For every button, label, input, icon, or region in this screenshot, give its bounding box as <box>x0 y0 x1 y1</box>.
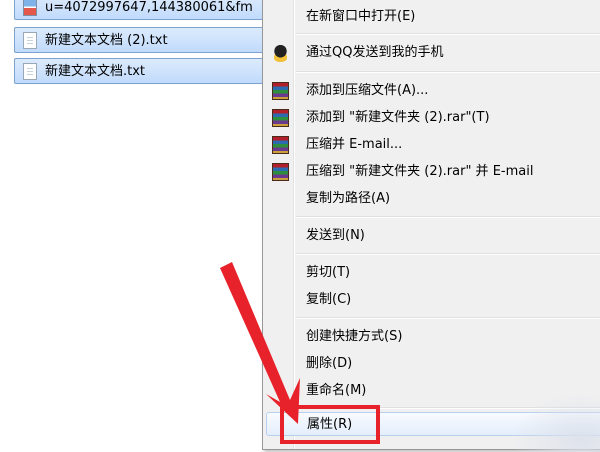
menu-item-open-new-window[interactable]: 在新窗口中打开(E) <box>266 5 600 29</box>
menu-item-label: 添加到压缩文件(A)... <box>306 83 429 98</box>
text-file-icon <box>23 32 37 49</box>
menu-separator <box>296 71 600 73</box>
image-file-icon <box>23 0 37 16</box>
file-item-text[interactable]: 新建文本文档.txt <box>14 58 266 84</box>
menu-item-label: 复制(C) <box>306 292 352 307</box>
file-item-image[interactable]: u=4072997647,144380061&fm <box>14 0 266 20</box>
menu-item-label: 添加到 "新建文件夹 (2).rar"(T) <box>306 110 490 125</box>
menu-item-label: 在新窗口中打开(E) <box>306 9 416 24</box>
menu-item-add-to-rar[interactable]: 添加到 "新建文件夹 (2).rar"(T) <box>266 106 600 130</box>
menu-item-label: 压缩并 E-mail... <box>306 137 403 152</box>
winrar-icon <box>272 109 289 127</box>
menu-item-label: 通过QQ发送到我的手机 <box>306 45 444 60</box>
menu-item-label: 压缩到 "新建文件夹 (2).rar" 并 E-mail <box>306 164 534 179</box>
menu-separator <box>296 317 600 319</box>
menu-item-label: 删除(D) <box>306 356 353 371</box>
menu-item-send-to[interactable]: 发送到(N) <box>266 224 600 248</box>
file-item-text-2[interactable]: 新建文本文档 (2).txt <box>14 27 266 53</box>
file-list: u=4072997647,144380061&fm 新建文本文档 (2).txt… <box>0 0 268 452</box>
menu-item-label: 剪切(T) <box>306 265 351 280</box>
watermark <box>510 392 600 452</box>
menu-item-add-to-archive[interactable]: 添加到压缩文件(A)... <box>266 79 600 103</box>
menu-item-label: 发送到(N) <box>306 228 365 243</box>
winrar-icon <box>272 82 289 100</box>
winrar-icon <box>272 136 289 154</box>
file-name: u=4072997647,144380061&fm <box>45 0 253 15</box>
menu-item-delete[interactable]: 删除(D) <box>266 352 600 376</box>
menu-separator <box>296 253 600 255</box>
menu-item-send-qq[interactable]: 通过QQ发送到我的手机 <box>266 41 600 65</box>
menu-item-copy-as-path[interactable]: 复制为路径(A) <box>266 187 600 211</box>
winrar-icon <box>272 163 289 181</box>
menu-item-compress-rar-email[interactable]: 压缩到 "新建文件夹 (2).rar" 并 E-mail <box>266 160 600 184</box>
menu-item-label: 复制为路径(A) <box>306 191 391 206</box>
menu-separator <box>296 216 600 218</box>
menu-separator <box>296 33 600 35</box>
file-name: 新建文本文档.txt <box>45 64 146 79</box>
file-name: 新建文本文档 (2).txt <box>45 33 168 48</box>
context-menu: 在新窗口中打开(E) 通过QQ发送到我的手机 添加到压缩文件(A)... 添加到… <box>262 0 600 450</box>
qq-penguin-icon <box>272 44 289 62</box>
text-file-icon <box>23 63 37 80</box>
menu-item-label: 重命名(M) <box>306 383 367 398</box>
menu-item-compress-email[interactable]: 压缩并 E-mail... <box>266 133 600 157</box>
menu-item-copy[interactable]: 复制(C) <box>266 288 600 312</box>
menu-item-create-shortcut[interactable]: 创建快捷方式(S) <box>266 325 600 349</box>
menu-item-cut[interactable]: 剪切(T) <box>266 261 600 285</box>
menu-item-label: 创建快捷方式(S) <box>306 329 403 344</box>
highlight-box <box>280 405 380 444</box>
